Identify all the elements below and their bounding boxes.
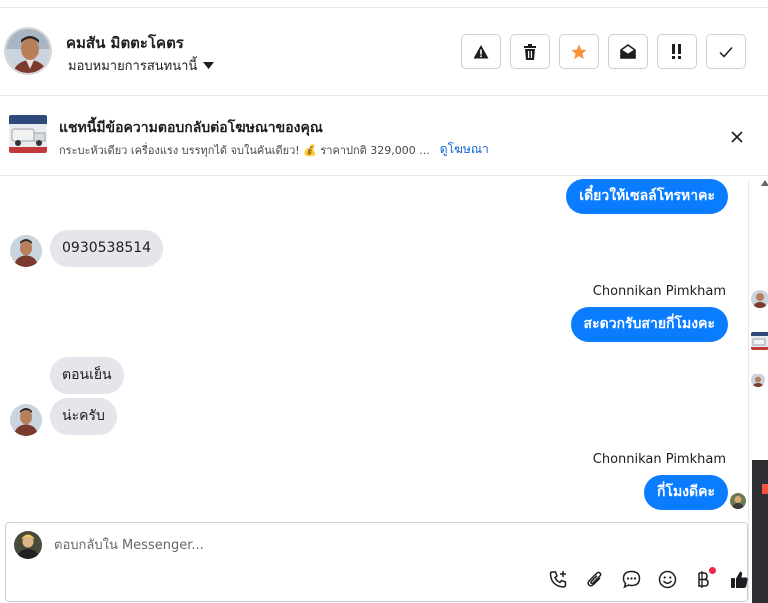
contact-avatar-small	[10, 404, 42, 436]
ad-reply-banner: แชทนี้มีข้อความตอบกลับต่อโฆษณาของคุณ กระ…	[0, 96, 768, 176]
notification-dot	[709, 567, 716, 574]
scroll-up-icon[interactable]	[761, 180, 768, 186]
side-panel-avatar	[751, 373, 765, 387]
message-bubble-outgoing[interactable]: สะดวกรับสายกี่โมงคะ	[570, 307, 728, 342]
close-icon	[731, 131, 743, 143]
conversation-header: คมสัน มิตตะโคตร มอบหมายการสนทนานี้	[0, 7, 768, 96]
ad-description-text: กระบะหัวเดียว เครื่องแรง บรรทุกได้ จบในค…	[59, 143, 430, 157]
like-icon	[730, 571, 748, 588]
inbox-conversation: คมสัน มิตตะโคตร มอบหมายการสนทนานี้ แชทนี…	[0, 0, 768, 603]
side-panel-dark-card[interactable]	[752, 460, 768, 603]
reply-input[interactable]	[54, 533, 734, 557]
mark-done-button[interactable]	[706, 34, 746, 69]
sender-name: Chonnikan Pimkham	[592, 284, 726, 299]
message-bubble-outgoing[interactable]: กี่โมงดีคะ	[643, 475, 728, 510]
emoji-icon	[658, 570, 676, 588]
emoji-button[interactable]	[656, 568, 678, 590]
send-like-button[interactable]	[728, 568, 750, 590]
contact-avatar-small	[10, 235, 42, 267]
ad-thumbnail[interactable]	[9, 115, 47, 153]
add-call-icon	[549, 570, 566, 588]
page-avatar	[14, 531, 42, 559]
message-thread[interactable]: เดี๋ยวให้เซลล์โทรหาคะ 0930538514 Chonnik…	[0, 176, 748, 516]
side-panel-avatar	[751, 290, 768, 308]
payment-icon	[698, 570, 709, 588]
mark-unread-button[interactable]	[608, 34, 648, 69]
assign-label: มอบหมายการสนทนานี้	[68, 59, 198, 74]
read-receipt-avatar	[730, 493, 746, 509]
attach-file-button[interactable]	[584, 568, 606, 590]
check-icon	[719, 46, 733, 58]
saved-reply-icon	[622, 570, 640, 588]
ad-banner-description: กระบะหัวเดียว เครื่องแรง บรรทุกได้ จบในค…	[59, 140, 489, 159]
conversation-actions	[461, 34, 746, 69]
mark-spam-button[interactable]	[461, 34, 501, 69]
contact-name[interactable]: คมสัน มิตตะโคตร	[66, 31, 184, 55]
contact-avatar[interactable]	[4, 27, 52, 75]
trash-icon	[524, 43, 536, 60]
view-ad-link[interactable]: ดูโฆษณา	[440, 140, 489, 159]
follow-up-button[interactable]	[657, 34, 697, 69]
saved-replies-button[interactable]	[620, 568, 642, 590]
attachment-icon	[587, 571, 602, 587]
delete-button[interactable]	[510, 34, 550, 69]
priority-icon	[672, 44, 681, 59]
ad-banner-title: แชทนี้มีข้อความตอบกลับต่อโฆษณาของคุณ	[59, 120, 323, 136]
calendar-icon	[762, 484, 768, 494]
message-bubble-incoming[interactable]: ตอนเย็น	[50, 357, 124, 394]
assign-conversation-dropdown[interactable]: มอบหมายการสนทนานี้	[68, 55, 215, 76]
spam-icon	[473, 44, 489, 58]
add-call-button[interactable]	[547, 568, 569, 590]
message-bubble-incoming[interactable]: 0930538514	[50, 230, 164, 267]
star-icon	[571, 44, 587, 59]
message-bubble-incoming[interactable]: น่ะครับ	[50, 398, 117, 435]
reply-composer	[5, 522, 748, 602]
caret-down-icon	[203, 62, 215, 69]
star-button[interactable]	[559, 34, 599, 69]
close-banner-button[interactable]	[727, 127, 747, 147]
envelope-open-icon	[620, 44, 636, 59]
side-panel-ad-thumbnail	[751, 332, 768, 350]
message-bubble-outgoing[interactable]: เดี๋ยวให้เซลล์โทรหาคะ	[566, 179, 728, 214]
sender-name: Chonnikan Pimkham	[592, 452, 726, 467]
